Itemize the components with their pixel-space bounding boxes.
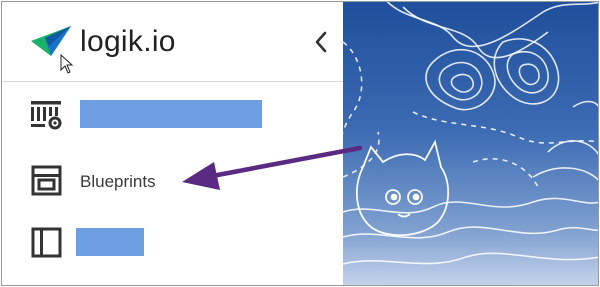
paper-plane-logo-icon: [31, 26, 71, 56]
sidebar-item-3[interactable]: [2, 214, 343, 270]
sidebar-item-1[interactable]: [2, 90, 343, 146]
panel-layout-icon: [31, 227, 62, 258]
sidebar-item-blueprints[interactable]: Blueprints: [2, 154, 343, 210]
screenshot-frame: logik.io Blueprints: [1, 1, 599, 286]
sidebar-header: logik.io: [2, 2, 343, 82]
grid-settings-icon: [31, 101, 62, 130]
decorative-background: [343, 2, 598, 285]
blueprint-layout-icon: [31, 165, 62, 196]
mouse-cursor-icon: [60, 54, 74, 74]
redacted-label: [76, 228, 144, 256]
sidebar: logik.io Blueprints: [2, 2, 343, 285]
brand-name: logik.io: [80, 25, 176, 58]
topographic-pattern: [343, 2, 598, 265]
redacted-label: [80, 100, 262, 128]
chevron-left-icon[interactable]: [310, 29, 332, 55]
sidebar-item-label: Blueprints: [80, 172, 156, 191]
